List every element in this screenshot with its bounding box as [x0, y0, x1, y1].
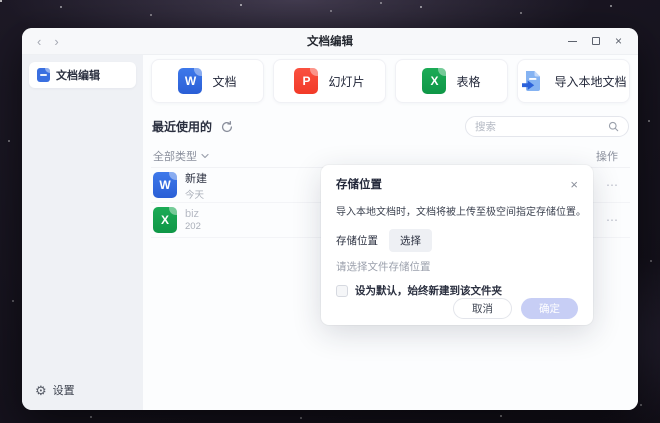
set-default-label: 设为默认，始终新建到该文件夹 [355, 283, 502, 298]
template-cards: W 文档 P 幻灯片 X 表格 [151, 59, 630, 103]
cancel-button[interactable]: 取消 [453, 298, 512, 319]
new-slides-button[interactable]: P 幻灯片 [273, 59, 386, 103]
search-box[interactable] [465, 116, 629, 137]
nav-forward-icon[interactable]: › [54, 35, 58, 48]
window-title: 文档编辑 [22, 33, 638, 49]
import-local-doc-label: 导入本地文档 [554, 73, 626, 90]
location-hint: 请选择文件存储位置 [336, 259, 578, 274]
new-sheet-label: 表格 [456, 73, 480, 90]
close-icon[interactable]: × [615, 35, 622, 47]
type-filter-dropdown[interactable]: 全部类型 [153, 148, 209, 164]
new-slides-label: 幻灯片 [328, 73, 364, 90]
maximize-icon[interactable] [592, 37, 600, 45]
doc-edit-icon [37, 68, 50, 82]
import-doc-icon [520, 69, 544, 93]
word-doc-icon: W [153, 172, 177, 198]
refresh-icon[interactable] [221, 121, 233, 133]
dialog-description: 导入本地文档时，文档将被上传至极空间指定存储位置。 [336, 203, 578, 218]
desktop-background: ‹ › 文档编辑 × 文档编辑 ⚙ 设置 [0, 0, 660, 423]
confirm-button[interactable]: 确定 [521, 298, 578, 319]
gear-icon: ⚙ [35, 384, 47, 397]
storage-location-dialog: 存储位置 × 导入本地文档时，文档将被上传至极空间指定存储位置。 存储位置 选择… [321, 165, 593, 325]
settings-label: 设置 [53, 382, 75, 398]
recent-header: 最近使用的 [151, 116, 630, 137]
file-title: 新建 [185, 170, 207, 186]
stars-decoration [0, 0, 2, 2]
sidebar: 文档编辑 ⚙ 设置 [22, 55, 143, 410]
search-icon [608, 121, 619, 132]
sheet-doc-icon: X [153, 207, 177, 233]
import-local-doc-button[interactable]: 导入本地文档 [517, 59, 630, 103]
more-icon[interactable]: ⋯ [606, 178, 619, 192]
recent-title: 最近使用的 [152, 118, 212, 135]
sheet-doc-icon: X [422, 68, 446, 94]
app-window: ‹ › 文档编辑 × 文档编辑 ⚙ 设置 [22, 28, 638, 410]
type-filter-label: 全部类型 [153, 148, 197, 164]
file-date: 今天 [185, 187, 207, 201]
dialog-close-icon[interactable]: × [570, 178, 578, 191]
file-title: biz [185, 208, 201, 220]
slides-doc-icon: P [294, 68, 318, 94]
more-icon[interactable]: ⋯ [606, 213, 619, 227]
storage-location-label: 存储位置 [336, 233, 378, 248]
file-date: 202 [185, 221, 201, 232]
sidebar-item-doc-edit[interactable]: 文档编辑 [29, 62, 136, 88]
search-input[interactable] [475, 121, 608, 133]
select-location-button[interactable]: 选择 [389, 229, 432, 252]
new-sheet-button[interactable]: X 表格 [395, 59, 508, 103]
titlebar: ‹ › 文档编辑 × [22, 28, 638, 55]
actions-column-header: 操作 [596, 148, 628, 164]
main-content: W 文档 P 幻灯片 X 表格 [143, 55, 638, 410]
app-body: 文档编辑 ⚙ 设置 W 文档 P 幻灯片 [22, 55, 638, 410]
chevron-down-icon [201, 153, 209, 159]
word-doc-icon: W [178, 68, 202, 94]
set-default-checkbox[interactable] [336, 285, 348, 297]
new-document-button[interactable]: W 文档 [151, 59, 264, 103]
new-document-label: 文档 [212, 73, 236, 90]
sidebar-item-label: 文档编辑 [56, 67, 100, 83]
minimize-icon[interactable] [568, 41, 577, 42]
nav-back-icon[interactable]: ‹ [37, 35, 41, 48]
sidebar-item-settings[interactable]: ⚙ 设置 [29, 382, 136, 398]
dialog-title: 存储位置 [336, 176, 382, 192]
